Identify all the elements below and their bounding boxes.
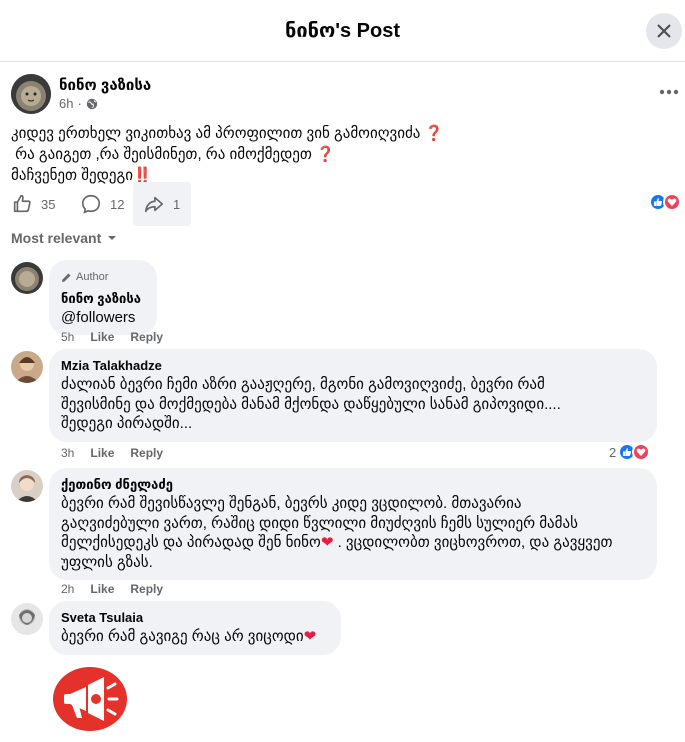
comment-bubble: Mzia Talakhadze ძალიან ბევრი ჩემი აზრი გ… [49, 349, 657, 442]
comment-reply-button[interactable]: Reply [130, 446, 163, 460]
comment-like-button[interactable]: Like [90, 446, 114, 460]
comment-bubble: Sveta Tsulaia ბევრი რამ გავიგე რაც არ ვი… [49, 601, 341, 655]
lion-avatar-image [11, 74, 51, 114]
comment-icon [81, 194, 101, 214]
lion-avatar-image [11, 262, 43, 294]
comment-bubble: Author ნინო ვაზისა @followers [49, 260, 157, 335]
commenter-avatar[interactable] [11, 470, 43, 502]
chevron-down-icon [108, 236, 117, 240]
commenter-avatar[interactable] [11, 351, 43, 383]
pencil-icon [62, 273, 71, 283]
heart-emoji: ❤ [320, 534, 334, 551]
comment-bubble: ქეთინო ძნელაძე ბევრი რამ შევისწავლე შენგ… [49, 468, 657, 580]
commenter-name[interactable]: ნინო ვაზისა [61, 290, 145, 307]
question-emoji: ❓ [424, 125, 444, 142]
comment-time[interactable]: 5h [61, 330, 74, 344]
comment-text: ბევრი რამ გავიგე რაც არ ვიცოდი❤ [61, 628, 317, 645]
share-count: 1 [173, 196, 181, 212]
comment-count: 12 [110, 196, 125, 212]
megaphone-icon [53, 667, 127, 731]
comment-reactions[interactable]: 2 [609, 443, 651, 461]
like-count: 35 [41, 196, 56, 212]
comment-actions: 5h Like Reply [61, 330, 163, 344]
share-button[interactable]: 1 [133, 182, 191, 226]
commenter-avatar[interactable] [11, 603, 43, 635]
comment-time[interactable]: 2h [61, 582, 74, 596]
author-avatar[interactable] [11, 74, 51, 114]
comment-reply-button[interactable]: Reply [130, 330, 163, 344]
close-icon [657, 24, 671, 38]
heart-emoji: ❤ [303, 628, 317, 645]
dialog-title: ნინო's Post [284, 20, 401, 42]
love-reaction-icon [632, 443, 651, 461]
like-icon [13, 194, 31, 213]
author-badge: Author [61, 268, 145, 288]
post-body: კიდევ ერთხელ ვიკითხავ ამ პროფილით ვინ გა… [11, 123, 671, 186]
comment-reaction-count: 2 [609, 444, 617, 460]
post-line: კიდევ ერთხელ ვიკითხავ ამ პროფილით ვინ გა… [11, 125, 444, 142]
comment-text: ძალიან ბევრი ჩემი აზრი გააჟღერე, მგონი გ… [61, 376, 561, 432]
portrait-avatar-image [11, 470, 43, 502]
commenter-avatar[interactable] [11, 262, 43, 294]
post-line: რა გაიგეთ ,რა შეისმინეთ, რა იმოქმედეთ ❓ [15, 146, 335, 163]
post-meta: 6h · [59, 96, 98, 111]
portrait-avatar-image [11, 351, 43, 383]
comment-button[interactable]: 12 [80, 182, 124, 226]
commenter-name[interactable]: Sveta Tsulaia [61, 609, 329, 626]
question-emoji: ❓ [316, 146, 335, 163]
post-dialog-header: ნინო's Post [0, 0, 685, 62]
share-icon [144, 196, 164, 213]
like-button[interactable]: 35 [11, 182, 55, 226]
comment-time[interactable]: 3h [61, 446, 74, 460]
post-author-name[interactable]: ნინო ვაზისა [59, 76, 151, 94]
comment-actions: 2h Like Reply [61, 582, 163, 596]
globe-icon [86, 98, 98, 109]
comment-text: @followers [61, 308, 136, 326]
post-time[interactable]: 6h [59, 96, 73, 111]
close-button[interactable] [646, 13, 682, 49]
comment-text: ბევრი რამ შევისწავლე შენგან, ბევრს კიდე … [61, 495, 613, 571]
comment-reply-button[interactable]: Reply [130, 582, 163, 596]
commenter-name[interactable]: Mzia Talakhadze [61, 357, 645, 374]
portrait-avatar-image [11, 603, 43, 635]
comment-like-button[interactable]: Like [90, 582, 114, 596]
comment-sort-dropdown[interactable]: Most relevant [11, 230, 117, 246]
sort-label: Most relevant [11, 230, 102, 246]
comment-like-button[interactable]: Like [90, 330, 114, 344]
love-reaction-icon [663, 193, 681, 211]
comment-actions: 3h Like Reply [61, 446, 163, 460]
commenter-name[interactable]: ქეთინო ძნელაძე [61, 476, 645, 493]
more-icon[interactable] [656, 82, 682, 102]
post-reactions[interactable] [649, 193, 681, 211]
